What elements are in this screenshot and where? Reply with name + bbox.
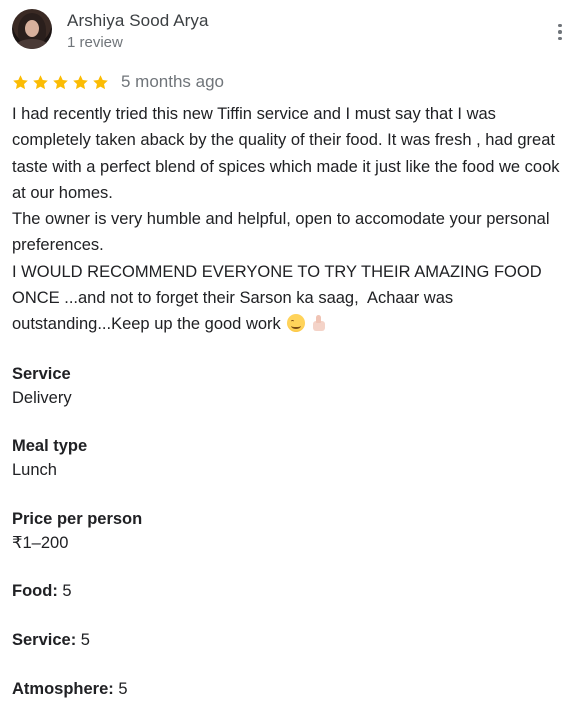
review-header: Arshiya Sood Arya 1 review (12, 9, 572, 55)
attribute-value: 5 (80, 631, 90, 649)
more-dot (558, 23, 562, 28)
star-icon (13, 74, 28, 89)
attribute-label: Food: (12, 582, 63, 600)
attribute-value: Delivery (12, 389, 72, 407)
more-options-icon[interactable] (552, 21, 568, 43)
review-body: I had recently tried this new Tiffin ser… (12, 105, 560, 334)
star-icon (33, 74, 48, 89)
star-icon (53, 74, 68, 89)
attribute-service-rating: Service: 5 (12, 628, 90, 652)
thumbs-up-icon (311, 314, 327, 332)
rating-row: 5 months ago (12, 70, 224, 94)
more-dot (558, 30, 562, 34)
star-rating (12, 74, 109, 91)
attribute-value: Lunch (12, 461, 57, 479)
reviewer-review-count: 1 review (67, 34, 123, 51)
avatar-shoulders (15, 39, 49, 49)
attribute-price: Price per person ₹1–200 (12, 507, 142, 555)
attribute-atmosphere-rating: Atmosphere: 5 (12, 677, 128, 701)
smiling-face-icon (287, 314, 306, 333)
attribute-meal-type: Meal type Lunch (12, 434, 87, 482)
review-text: I had recently tried this new Tiffin ser… (12, 101, 572, 338)
attribute-service: Service Delivery (12, 362, 72, 410)
attribute-value: 5 (62, 582, 72, 600)
attribute-value: 5 (118, 680, 128, 698)
attribute-label: Service: (12, 631, 81, 649)
attribute-food-rating: Food: 5 (12, 579, 72, 603)
attribute-label: Price per person (12, 510, 143, 528)
attribute-label: Service (12, 365, 71, 383)
avatar[interactable] (12, 9, 52, 49)
review-time: 5 months ago (121, 72, 225, 91)
more-dot (558, 36, 562, 41)
avatar-face (25, 20, 39, 37)
star-icon (73, 74, 88, 89)
attribute-label: Atmosphere: (12, 680, 119, 698)
attribute-value: ₹1–200 (12, 534, 69, 552)
attribute-label: Meal type (12, 437, 88, 455)
star-icon (93, 74, 108, 89)
reviewer-name[interactable]: Arshiya Sood Arya (67, 11, 209, 31)
